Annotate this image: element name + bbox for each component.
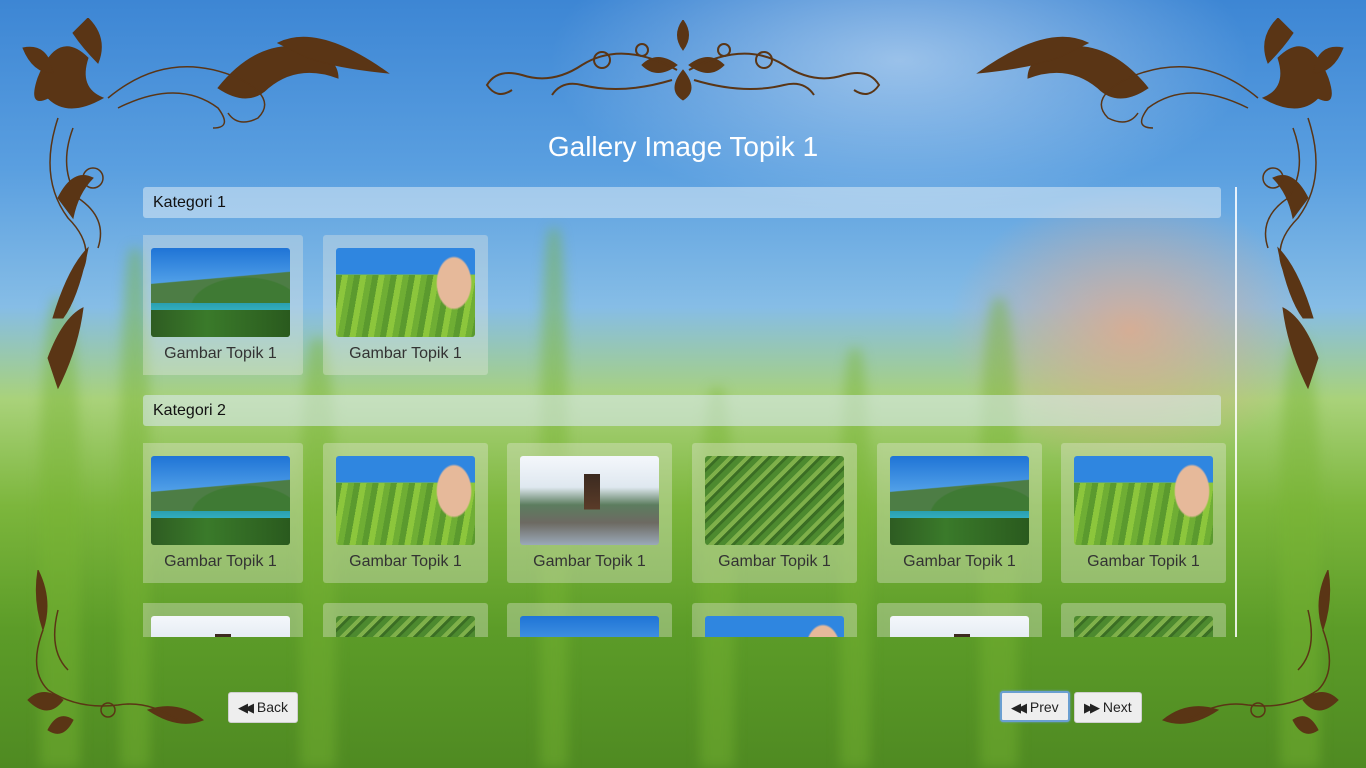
gallery-thumbnail-partial[interactable] — [1061, 603, 1226, 637]
fast-forward-icon: ▶▶ — [1084, 700, 1100, 715]
back-button[interactable]: ◀◀ Back — [228, 692, 299, 723]
next-button[interactable]: ▶▶ Next — [1074, 692, 1142, 723]
gallery-thumbnail[interactable]: Gambar Topik 1 — [1061, 443, 1226, 583]
thumbnail-caption: Gambar Topik 1 — [164, 345, 277, 362]
fast-backward-icon: ◀◀ — [1011, 700, 1027, 715]
gallery-thumbnail-partial[interactable] — [323, 603, 488, 637]
temple-pagoda-image — [890, 616, 1029, 637]
prev-button[interactable]: ◀◀ Prev — [1000, 691, 1070, 722]
next-button-label: Next — [1102, 699, 1132, 715]
prev-button-label: Prev — [1029, 699, 1059, 715]
gallery-thumbnail[interactable]: Gambar Topik 1 — [692, 443, 857, 583]
gallery-thumbnail[interactable]: Gambar Topik 1 — [877, 443, 1042, 583]
thumbnail-caption: Gambar Topik 1 — [164, 553, 277, 570]
gallery-thumbnail-partial[interactable] — [507, 603, 672, 637]
top-center-ornament — [485, 20, 881, 101]
wheat-hand-image — [336, 456, 475, 545]
page-title: Gallery Image Topik 1 — [547, 131, 819, 162]
thumbnail-caption: Gambar Topik 1 — [533, 553, 646, 570]
gallery-thumbnail[interactable]: Gambar Topik 1 — [323, 443, 488, 583]
rice-terrace-image — [1074, 616, 1213, 637]
gallery-thumbnail-partial[interactable] — [143, 603, 303, 637]
gallery-thumbnail-partial[interactable] — [877, 603, 1042, 637]
temple-pagoda-image — [151, 616, 290, 637]
category-header: Kategori 1 — [143, 187, 1221, 218]
thumbnail-caption: Gambar Topik 1 — [349, 553, 462, 570]
thumbnail-caption: Gambar Topik 1 — [1087, 553, 1200, 570]
lake-mountain-image — [520, 616, 659, 637]
gallery-scroll-area[interactable]: Kategori 1 Gambar Topik 1 Gambar Topik 1… — [143, 187, 1237, 637]
back-button-label: Back — [256, 699, 289, 715]
lake-mountain-image — [890, 456, 1029, 545]
rice-terrace-image — [336, 616, 475, 637]
thumbnail-caption: Gambar Topik 1 — [903, 553, 1016, 570]
thumbnail-caption: Gambar Topik 1 — [349, 345, 462, 362]
wheat-hand-image — [336, 248, 475, 337]
gallery-thumbnail[interactable]: Gambar Topik 1 — [143, 443, 303, 583]
thumbnail-caption: Gambar Topik 1 — [718, 553, 831, 570]
lake-mountain-image — [151, 248, 290, 337]
gallery-thumbnail[interactable]: Gambar Topik 1 — [507, 443, 672, 583]
wheat-hand-image — [705, 616, 844, 637]
temple-pagoda-image — [520, 456, 659, 545]
rice-terrace-image — [705, 456, 844, 545]
category-header: Kategori 2 — [143, 395, 1221, 426]
wheat-hand-image — [1074, 456, 1213, 545]
gallery-thumbnail[interactable]: Gambar Topik 1 — [143, 235, 303, 375]
fast-backward-icon: ◀◀ — [238, 700, 254, 715]
gallery-thumbnail-partial[interactable] — [692, 603, 857, 637]
lake-mountain-image — [151, 456, 290, 545]
gallery-thumbnail[interactable]: Gambar Topik 1 — [323, 235, 488, 375]
